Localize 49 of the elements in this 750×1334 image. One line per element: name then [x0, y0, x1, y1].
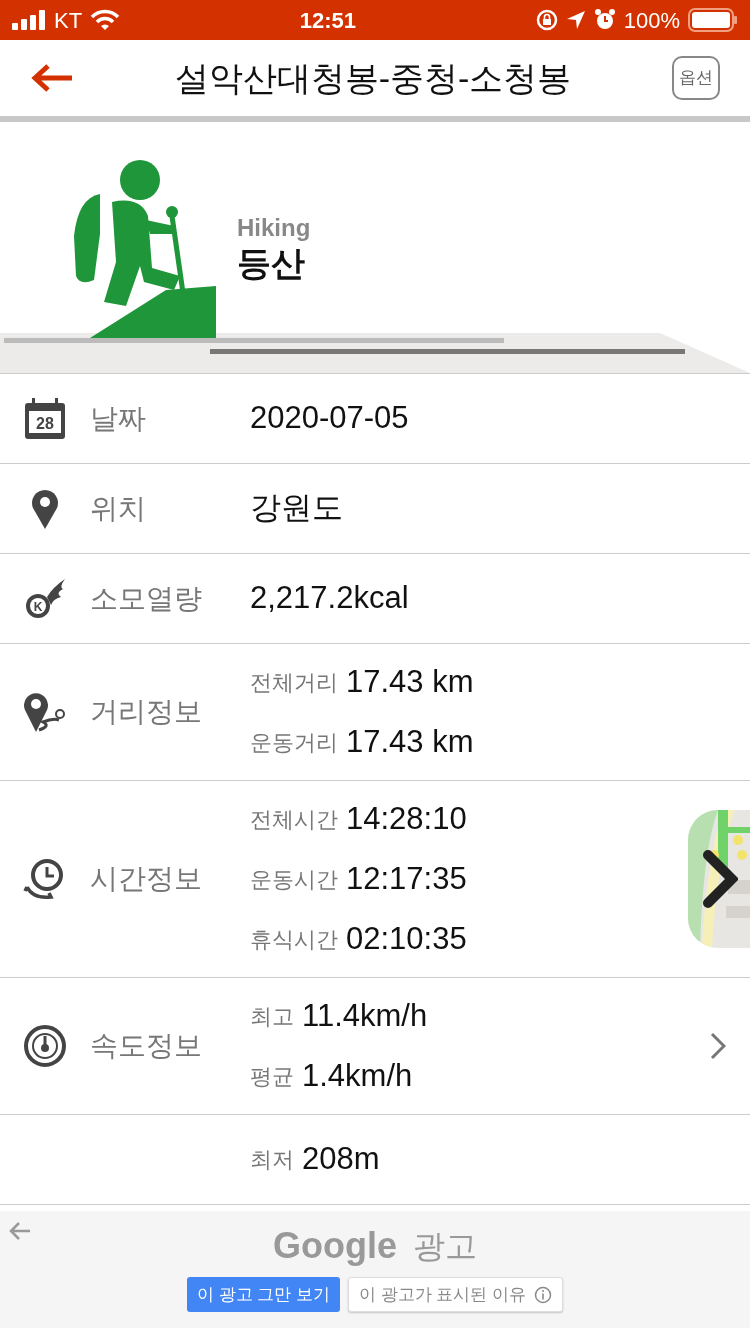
detail-label: 전체거리 — [250, 668, 338, 697]
chevron-right-icon[interactable] — [702, 849, 738, 909]
rotation-lock-icon — [535, 9, 558, 31]
battery-percent: 100% — [623, 6, 680, 35]
alarm-clock-icon — [593, 9, 616, 31]
signal-icon — [12, 10, 46, 30]
route-pin-icon — [23, 690, 67, 734]
row-value: 2020-07-05 — [250, 400, 409, 436]
detail-label: 최고 — [250, 1002, 294, 1031]
detail-value: 12:17:35 — [346, 859, 467, 898]
map-pin-icon — [30, 487, 60, 530]
activity-english: Hiking — [237, 214, 311, 243]
back-arrow-icon[interactable] — [8, 1221, 32, 1241]
detail-value: 02:10:35 — [346, 919, 467, 958]
detail-value: 14:28:10 — [346, 799, 467, 838]
ad-label: 광고 — [413, 1227, 477, 1266]
ad-brand: Google — [273, 1224, 397, 1268]
detail-value: 1.4km/h — [302, 1056, 413, 1095]
carrier-name: KT — [54, 6, 83, 35]
battery-icon — [688, 8, 738, 32]
detail-label: 운동거리 — [250, 728, 338, 757]
row-label: 거리정보 — [90, 695, 203, 729]
detail-label: 휴식시간 — [250, 925, 338, 954]
detail-label: 최저 — [250, 1146, 294, 1174]
detail-value: 208m — [302, 1140, 380, 1179]
row-label: 속도정보 — [90, 1029, 203, 1063]
row-label: 날짜 — [90, 401, 147, 436]
row-label: 소모열량 — [90, 581, 203, 616]
detail-label: 운동시간 — [250, 865, 338, 894]
option-button[interactable]: 옵션 — [672, 56, 720, 100]
detail-label: 전체시간 — [250, 805, 338, 834]
back-arrow-icon[interactable] — [30, 63, 74, 93]
clock-time: 12:51 — [299, 6, 357, 35]
activity-name: 등산 — [237, 242, 306, 284]
detail-label: 평균 — [250, 1062, 294, 1091]
wifi-icon — [90, 9, 121, 31]
row-label: 시간정보 — [90, 862, 203, 896]
row-value: 강원도 — [250, 490, 343, 526]
detail-value: 17.43 km — [346, 722, 474, 761]
speedometer-icon — [23, 1024, 67, 1068]
ad-info-button[interactable]: 이 광고가 표시된 이유 — [348, 1277, 564, 1312]
info-icon — [534, 1285, 553, 1304]
row-value: 2,217.2kcal — [250, 580, 409, 616]
row-label: 위치 — [90, 491, 147, 526]
location-arrow-icon — [565, 10, 586, 30]
detail-value: 11.4km/h — [302, 996, 428, 1035]
screen-title: 설악산대청봉-중청-소청봉 — [174, 57, 572, 99]
stop-ad-button[interactable]: 이 광고 그만 보기 — [186, 1277, 340, 1312]
detail-value: 17.43 km — [346, 662, 474, 701]
